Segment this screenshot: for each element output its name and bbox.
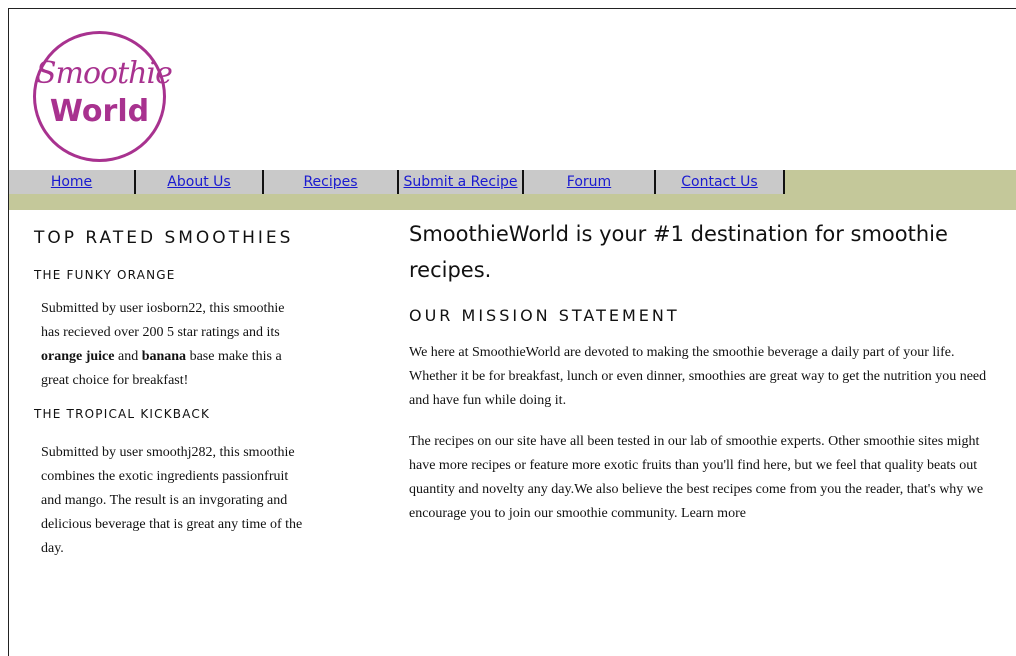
ingredient-banana: banana [141, 349, 187, 364]
smoothie-name-funky-orange: THE FUNKY ORANGE [34, 268, 176, 282]
ingredient-orange-juice: orange juice [41, 349, 115, 364]
nav-item-submit-recipe: Submit a Recipe [399, 170, 524, 194]
nav-item-home: Home [9, 170, 136, 194]
page-headline: SmoothieWorld is your #1 destination for… [409, 222, 948, 282]
nav-item-forum: Forum [524, 170, 656, 194]
nav-link-submit-recipe[interactable]: Submit a Recipe [404, 174, 518, 190]
nav-link-home[interactable]: Home [51, 174, 92, 190]
mission-paragraph-2: The recipes on our site have all been te… [409, 434, 984, 521]
sidebar-title: TOP RATED SMOOTHIES [34, 228, 294, 248]
nav-link-recipes[interactable]: Recipes [303, 174, 357, 190]
nav-link-contact-us[interactable]: Contact Us [681, 174, 757, 190]
main-content: SmoothieWorld is your #1 destination for… [409, 216, 999, 526]
smoothie-description-funky-orange: Submitted by user iosborn22, this smooth… [34, 297, 306, 393]
nav-link-forum[interactable]: Forum [567, 174, 611, 190]
logo-text-world: World [49, 94, 150, 129]
nav-item-about-us: About Us [136, 170, 264, 194]
main-nav: Home About Us Recipes Submit a Recipe Fo… [9, 170, 785, 194]
smoothie-world-logo[interactable]: Smoothie World [33, 31, 173, 162]
nav-link-about-us[interactable]: About Us [167, 174, 230, 190]
top-rated-sidebar: TOP RATED SMOOTHIES THE FUNKY ORANGE Sub… [34, 228, 324, 561]
smoothie-name-tropical-kickback: THE TROPICAL KICKBACK [34, 407, 211, 421]
mission-paragraph-1: We here at SmoothieWorld are devoted to … [409, 345, 987, 408]
description-text: and [114, 349, 142, 364]
nav-item-contact-us: Contact Us [656, 170, 785, 194]
description-text: Submitted by user iosborn22, this smooth… [41, 301, 285, 340]
smoothie-description-tropical-kickback: Submitted by user smoothj282, this smoot… [41, 445, 303, 556]
mission-statement-title: OUR MISSION STATEMENT [409, 306, 680, 325]
nav-item-recipes: Recipes [264, 170, 399, 194]
logo-text-smoothie: Smoothie [36, 56, 173, 91]
